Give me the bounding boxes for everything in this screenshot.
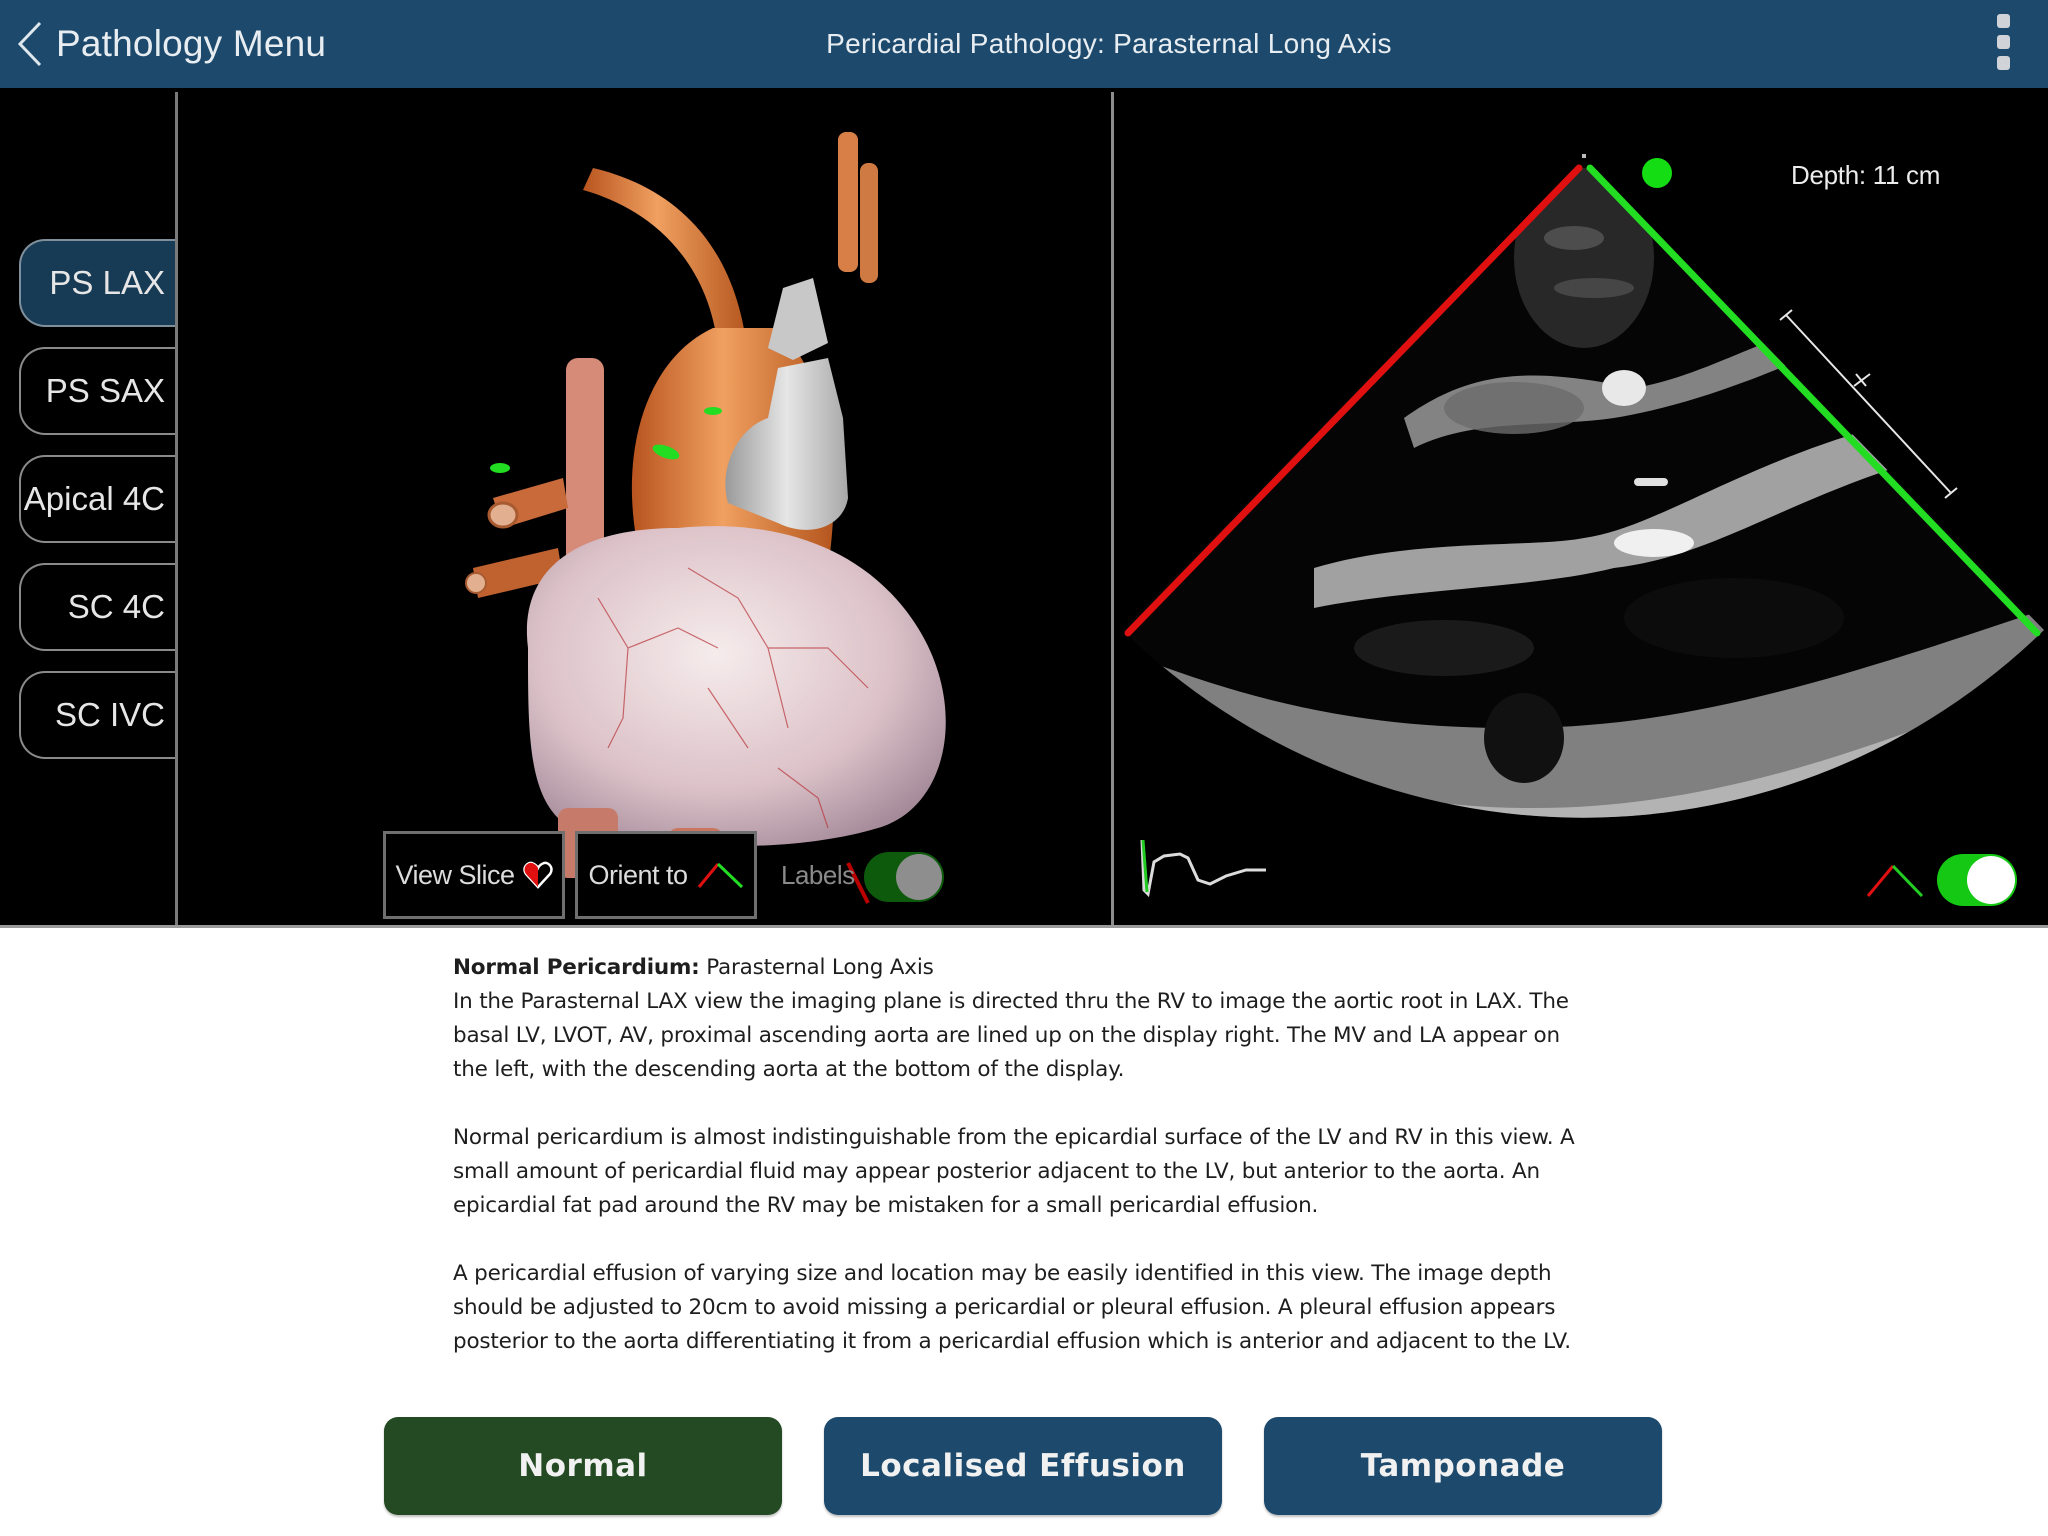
labels-toggle-label: Labels [781,860,855,890]
tamponade-button[interactable]: Tamponade [1264,1417,1662,1515]
stage-bottom-border [0,925,2048,928]
tab-ps-sax[interactable]: PS SAX [19,347,175,435]
localised-effusion-button[interactable]: Localised Effusion [824,1417,1222,1515]
probe-cable-end [768,278,828,360]
tab-sc-ivc[interactable]: SC IVC [19,671,175,759]
depth-readout: Depth: 11 cm [1791,160,1941,190]
page-title: Pericardial Pathology: Parasternal Long … [826,28,1392,59]
vessel [860,163,878,283]
view-slice-label: View Slice [395,859,515,890]
tab-label: Apical 4C [23,480,165,517]
normal-button[interactable]: Normal [384,1417,782,1515]
description-paragraph: In the Parasternal LAX view the imaging … [453,989,1569,1082]
description-text: Normal Pericardium: Parasternal Long Axi… [453,951,1583,1393]
button-label: Tamponade [1360,1448,1566,1484]
ultrasound-image [1122,154,2044,818]
view-slice-button[interactable]: View Slice [383,831,565,919]
label-marker [490,463,510,473]
half-heart-icon [522,861,553,889]
labels-toggle[interactable] [864,852,944,902]
orient-to-button[interactable]: Orient to [575,831,757,919]
tab-label: PS LAX [49,264,165,301]
tab-sc-4c[interactable]: SC 4C [19,563,175,651]
tab-ps-lax[interactable]: PS LAX [19,239,175,327]
button-label: Localised Effusion [860,1448,1186,1484]
ecg-trace [1140,839,1266,898]
tab-label: SC 4C [67,588,165,625]
tab-apical-4c[interactable]: Apical 4C [19,455,175,543]
description-paragraph: Normal pericardium is almost indistingui… [453,1125,1575,1218]
description-title-bold: Normal Pericardium: [453,955,700,980]
toggle-knob [1967,856,2015,904]
viewer-stage: PS LAX PS SAX Apical 4C SC 4C SC IVC Vie… [0,88,2048,928]
top-navbar: Pathology Menu Pericardial Pathology: Pa… [0,0,2048,88]
heart-3d-panel[interactable]: View Slice Orient to Labels [178,88,1111,925]
tab-label: PS SAX [45,372,165,409]
toggle-knob [896,854,942,900]
pulmonary-vein-opening [487,501,519,529]
button-label: Normal [518,1448,648,1484]
heart-3d-model[interactable] [448,128,968,908]
red-green-sector-icon [697,862,743,889]
orient-to-label: Orient to [588,859,688,890]
heart-ventricles [526,526,946,847]
echo-panel: Depth: 11 cm [1114,88,2048,925]
label-marker [704,407,722,415]
description-paragraph: A pericardial effusion of varying size a… [453,1261,1571,1354]
vessel [838,132,858,272]
description-title-rest: Parasternal Long Axis [699,955,934,980]
kebab-menu-icon[interactable] [1993,14,2013,76]
sector-toggle[interactable] [1937,854,2017,906]
orientation-dot [1642,158,1672,188]
description-title: Normal Pericardium: Parasternal Long Axi… [453,951,1583,985]
sector-orientation-icon [1866,864,1924,898]
tab-label: SC IVC [54,696,165,733]
pulmonary-vein-opening [465,572,487,594]
